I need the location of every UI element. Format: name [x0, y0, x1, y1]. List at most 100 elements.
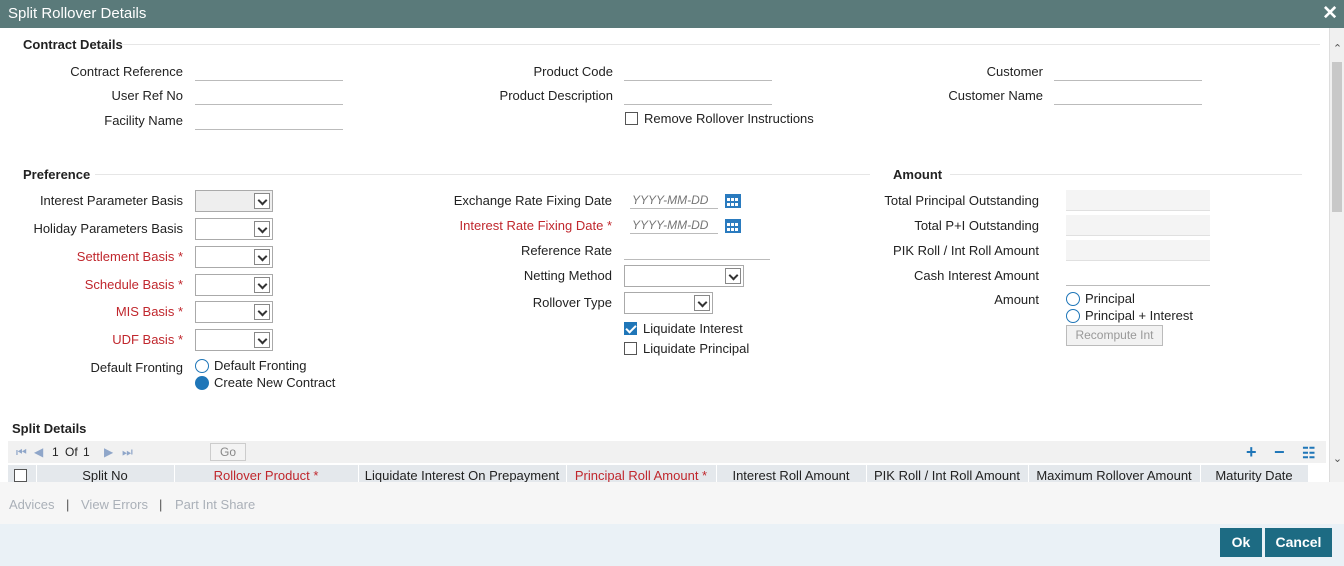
page-current: 1 — [52, 445, 59, 459]
mis-basis-select[interactable] — [195, 301, 273, 323]
interest-parameter-basis-label: Interest Parameter Basis — [39, 193, 183, 208]
chevron-down-icon — [254, 277, 270, 293]
netting-method-select[interactable] — [624, 265, 744, 287]
chevron-up-icon[interactable]: ⌃ — [1331, 42, 1344, 56]
exchange-rate-fixing-date-input[interactable] — [630, 191, 718, 209]
preference-heading: Preference — [23, 167, 91, 182]
page-total: 1 — [83, 445, 90, 459]
schedule-basis-select[interactable] — [195, 274, 273, 296]
column-header-maximum-rollover[interactable]: Maximum Rollover Amount — [1028, 468, 1200, 482]
vertical-scrollbar[interactable]: ⌃ ⌄ — [1329, 28, 1344, 482]
chevron-down-icon — [254, 304, 270, 320]
default-fronting-radio[interactable] — [195, 359, 209, 373]
recompute-int-button[interactable]: Recompute Int — [1066, 325, 1163, 346]
customer-name-label: Customer Name — [948, 88, 1043, 103]
advices-link[interactable]: Advices — [9, 497, 55, 512]
customer-name-input[interactable] — [1054, 87, 1202, 105]
mis-basis-label: MIS Basis — [116, 304, 183, 319]
total-pi-outstanding-label: Total P+I Outstanding — [914, 218, 1039, 233]
close-icon[interactable]: ✕ — [1322, 2, 1338, 25]
facility-name-input[interactable] — [195, 112, 343, 130]
column-header-rollover-product[interactable]: Rollover Product — [174, 468, 358, 482]
ok-button[interactable]: Ok — [1220, 528, 1262, 557]
view-errors-link[interactable]: View Errors — [81, 497, 148, 512]
amount-label: Amount — [994, 292, 1039, 307]
rollover-type-select[interactable] — [624, 292, 713, 314]
customer-input[interactable] — [1054, 63, 1202, 81]
cancel-button[interactable]: Cancel — [1265, 528, 1332, 557]
settlement-basis-select[interactable] — [195, 246, 273, 268]
user-ref-input[interactable] — [195, 87, 343, 105]
total-principal-outstanding-input — [1066, 190, 1210, 211]
chevron-down-icon — [254, 332, 270, 348]
next-page-icon[interactable]: ▶ — [104, 445, 113, 459]
footer-links-bar: Advices | View Errors | Part Int Share — [0, 482, 1344, 524]
part-int-share-link[interactable]: Part Int Share — [175, 497, 255, 512]
chevron-down-icon — [725, 268, 741, 284]
liquidate-principal-checkbox[interactable] — [624, 342, 637, 355]
select-all-checkbox[interactable] — [14, 469, 27, 482]
product-code-input[interactable] — [624, 63, 772, 81]
divider — [95, 174, 870, 175]
amount-heading: Amount — [893, 167, 943, 182]
interest-rate-fixing-date-label: Interest Rate Fixing Date — [460, 218, 612, 233]
last-page-icon[interactable]: ⏭ — [122, 445, 133, 460]
calendar-icon[interactable] — [725, 219, 741, 233]
product-description-input[interactable] — [624, 87, 772, 105]
delete-row-icon[interactable]: − — [1274, 442, 1285, 463]
total-principal-outstanding-label: Total Principal Outstanding — [884, 193, 1039, 208]
chevron-down-icon[interactable]: ⌄ — [1331, 452, 1344, 466]
page-of: Of — [65, 445, 78, 459]
add-row-icon[interactable]: + — [1246, 442, 1257, 463]
footer-actions-bar: Ok Cancel — [0, 524, 1344, 566]
first-page-icon[interactable]: ⏮ — [16, 445, 27, 460]
contract-reference-label: Contract Reference — [70, 64, 183, 79]
column-header-interest-roll[interactable]: Interest Roll Amount — [716, 468, 866, 482]
split-grid-header: Split No Rollover Product Liquidate Inte… — [8, 465, 1308, 482]
divider — [950, 174, 1302, 175]
principal-option: Principal — [1085, 291, 1135, 306]
udf-basis-select[interactable] — [195, 329, 273, 351]
chevron-down-icon — [254, 193, 270, 209]
liquidate-interest-checkbox[interactable] — [624, 322, 637, 335]
liquidate-interest-label: Liquidate Interest — [643, 321, 743, 336]
cash-interest-input[interactable] — [1066, 265, 1210, 286]
chevron-down-icon — [254, 249, 270, 265]
separator: | — [66, 497, 70, 512]
column-header-liquidate-interest[interactable]: Liquidate Interest On Prepayment — [358, 468, 566, 482]
calendar-icon[interactable] — [725, 194, 741, 208]
remove-rollover-label: Remove Rollover Instructions — [644, 111, 814, 126]
divider — [120, 44, 1320, 45]
interest-rate-fixing-date-input[interactable] — [630, 216, 718, 234]
facility-name-label: Facility Name — [104, 113, 183, 128]
principal-interest-option: Principal + Interest — [1085, 308, 1194, 323]
contract-details-heading: Contract Details — [23, 37, 123, 52]
netting-method-label: Netting Method — [523, 268, 612, 283]
contract-reference-input[interactable] — [195, 63, 343, 81]
create-new-contract-option: Create New Contract — [214, 375, 336, 390]
exchange-rate-fixing-date-label: Exchange Rate Fixing Date — [453, 193, 612, 208]
pik-roll-input — [1066, 240, 1210, 261]
customer-label: Customer — [986, 64, 1043, 79]
udf-basis-label: UDF Basis — [112, 332, 183, 347]
reference-rate-input[interactable] — [624, 242, 770, 260]
column-header-split-no[interactable]: Split No — [36, 468, 174, 482]
holiday-parameters-basis-select[interactable] — [195, 218, 273, 240]
cash-interest-label: Cash Interest Amount — [913, 268, 1039, 283]
separator: | — [159, 497, 163, 512]
holiday-parameters-basis-label: Holiday Parameters Basis — [33, 221, 183, 236]
default-fronting-label: Default Fronting — [90, 360, 184, 375]
create-new-contract-radio[interactable] — [195, 376, 209, 390]
scrollbar-thumb[interactable] — [1332, 62, 1342, 212]
previous-page-icon[interactable]: ◀ — [34, 445, 43, 459]
interest-parameter-basis-select[interactable] — [195, 190, 273, 212]
single-view-icon[interactable]: ☷ — [1302, 444, 1315, 462]
principal-radio[interactable] — [1066, 292, 1080, 306]
column-header-pik-roll[interactable]: PIK Roll / Int Roll Amount — [866, 468, 1028, 482]
column-header-maturity-date[interactable]: Maturity Date — [1200, 468, 1308, 482]
column-header-principal-roll[interactable]: Principal Roll Amount — [566, 468, 716, 482]
go-button[interactable]: Go — [210, 443, 246, 461]
remove-rollover-checkbox[interactable] — [625, 112, 638, 125]
principal-interest-radio[interactable] — [1066, 309, 1080, 323]
split-grid-toolbar: ⏮ ◀ 1 Of 1 ▶ ⏭ Go + − ☷ — [8, 441, 1326, 463]
